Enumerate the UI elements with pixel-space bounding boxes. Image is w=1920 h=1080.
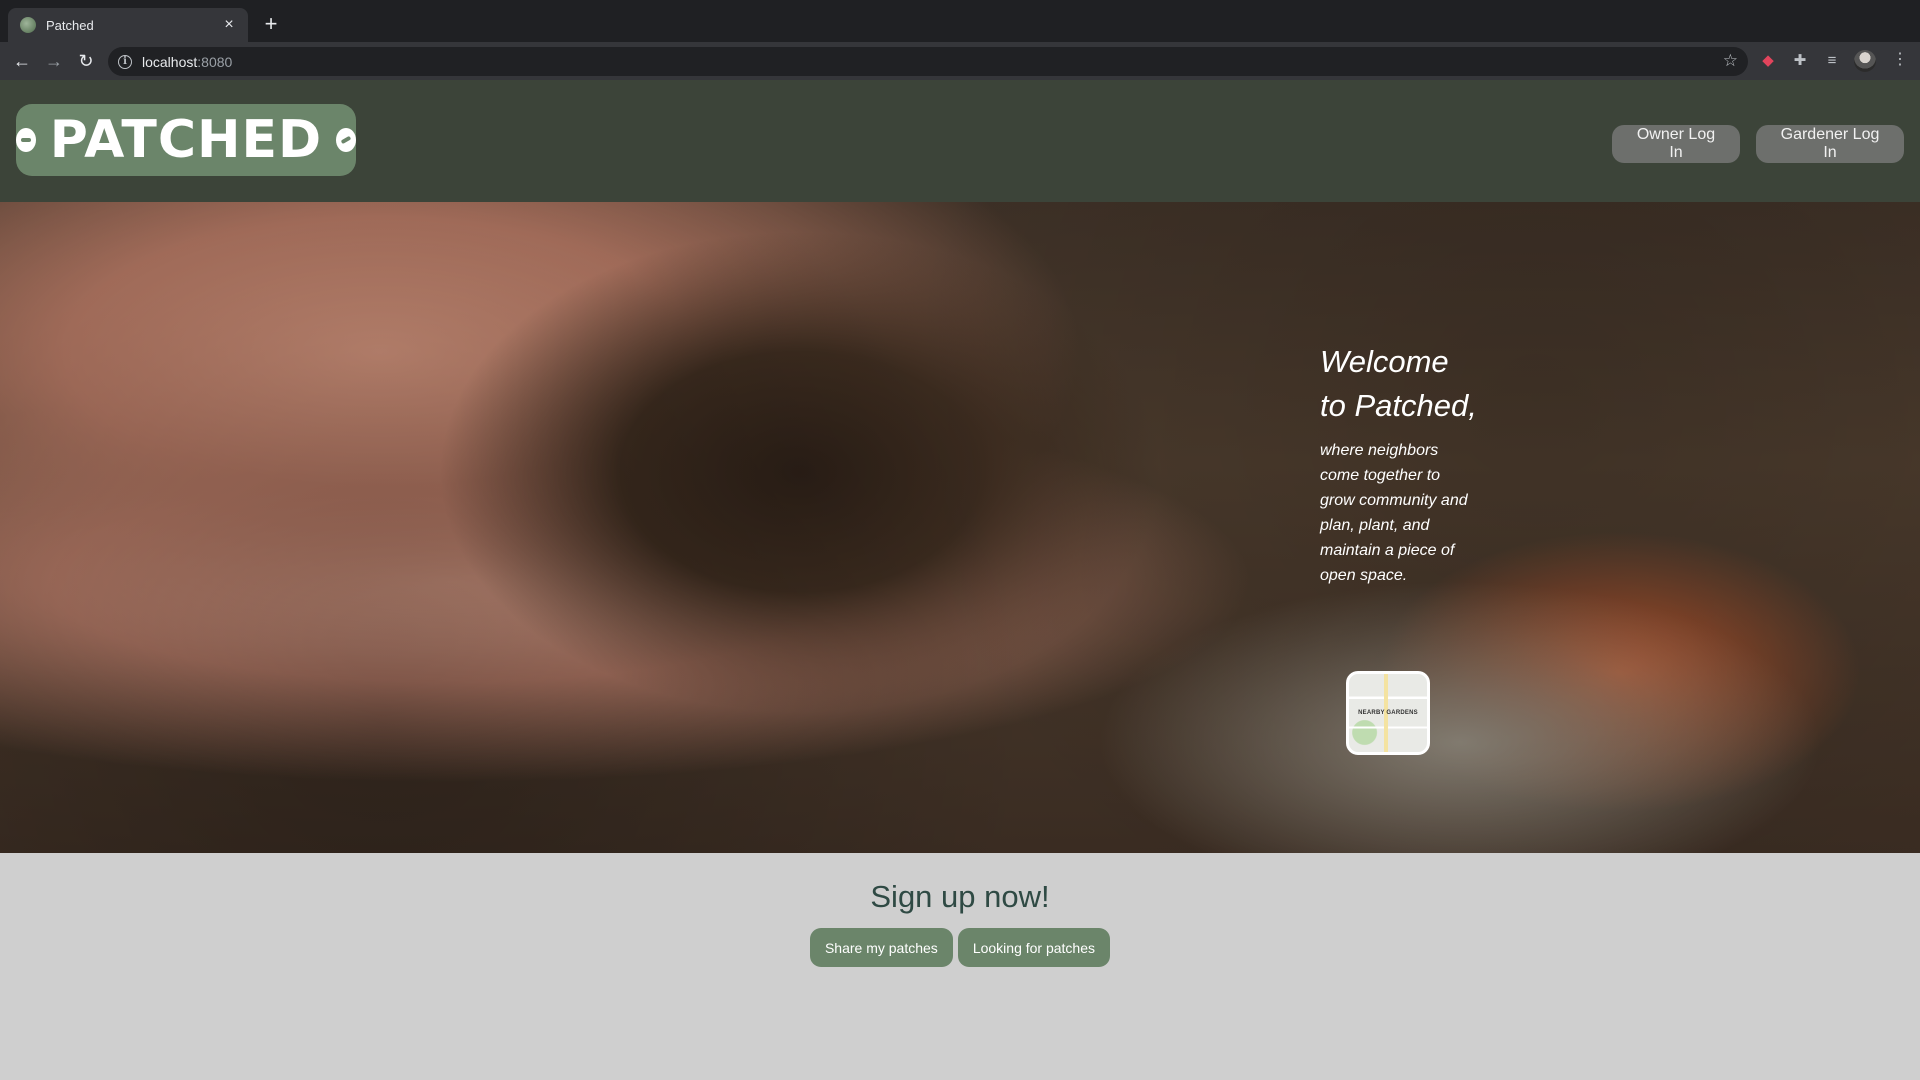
close-tab-icon[interactable]: × [220, 16, 238, 34]
url-host: localhost [142, 53, 198, 70]
url-port: :8080 [197, 53, 233, 70]
browser-menu-icon[interactable]: ⋮ [1892, 49, 1908, 69]
signup-section: Sign up now! Share my patches Looking fo… [0, 853, 1920, 1080]
new-tab-button[interactable]: + [258, 10, 284, 38]
logo-seed-left-icon [16, 128, 36, 152]
looking-for-patches-button[interactable]: Looking for patches [957, 928, 1111, 967]
welcome-heading: Welcome to Patched, [1320, 344, 1477, 423]
logo-seed-right-icon [336, 128, 356, 152]
patched-logo[interactable]: PATCHED [16, 104, 356, 176]
hero-banner: Welcome to Patched, where neighbors come… [0, 202, 1920, 853]
reload-button[interactable]: ↻ [74, 49, 98, 73]
site-header: PATCHED Owner Log In Gardener Log In [0, 80, 1920, 202]
favicon-icon [20, 17, 36, 33]
browser-tabbar: Patched × + [0, 0, 1920, 42]
profile-avatar[interactable] [1854, 50, 1876, 72]
extensions-puzzle-icon[interactable]: ✚ [1790, 51, 1810, 71]
signup-buttons: Share my patches Looking for patches [0, 928, 1920, 967]
bookmark-star-icon[interactable]: ☆ [1723, 51, 1738, 71]
welcome-block: Welcome to Patched, where neighbors come… [1320, 340, 1480, 588]
extension-red-icon[interactable]: ◆ [1758, 51, 1778, 71]
address-bar[interactable]: i localhost:8080 ☆ [108, 47, 1748, 76]
forward-button[interactable]: → [42, 49, 66, 73]
share-patches-button[interactable]: Share my patches [809, 928, 953, 967]
tab-title: Patched [46, 17, 94, 33]
owner-login-button[interactable]: Owner Log In [1612, 125, 1740, 163]
back-button[interactable]: ← [10, 49, 34, 73]
signup-heading: Sign up now! [870, 879, 1050, 914]
nearby-gardens-map-button[interactable]: NEARBY GARDENS [1346, 671, 1430, 755]
welcome-text: where neighbors come together to grow co… [1320, 442, 1468, 584]
logo-text: PATCHED [49, 110, 323, 170]
info-icon[interactable]: i [118, 54, 132, 69]
browser-tab[interactable]: Patched × [8, 8, 248, 42]
map-label: NEARBY GARDENS [1358, 710, 1418, 716]
browser-toolbar: ← → ↻ i localhost:8080 ☆ ◆ ✚ ≡ [0, 42, 1920, 80]
gardener-login-button[interactable]: Gardener Log In [1756, 125, 1904, 163]
reading-list-icon[interactable]: ≡ [1822, 51, 1842, 71]
